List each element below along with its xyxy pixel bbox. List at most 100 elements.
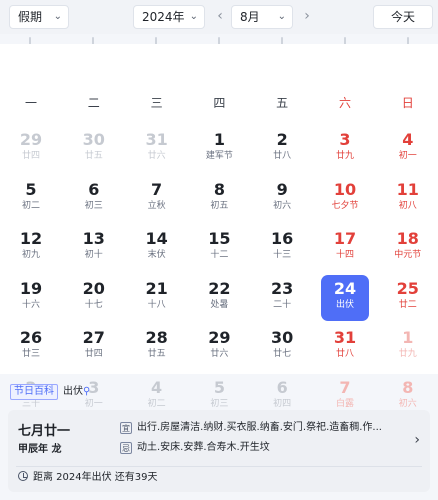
day-cell[interactable]: 1 廿九	[384, 324, 432, 370]
day-cell[interactable]: 31 廿八	[321, 324, 369, 370]
day-cell[interactable]: 10 七夕节	[321, 176, 369, 222]
day-number: 1	[213, 130, 225, 149]
festival-name: 出伏	[63, 386, 83, 397]
selected-day-cell[interactable]: 24 出伏	[321, 274, 369, 321]
day-cell[interactable]: 7 立秋	[133, 176, 181, 222]
day-number: 4	[402, 130, 414, 149]
divider	[16, 466, 422, 467]
lunar-label: 廿五	[84, 151, 103, 161]
day-cell[interactable]: 23 二十	[258, 275, 306, 321]
holiday-select-label: 假期	[18, 10, 43, 24]
day-number: 22	[208, 278, 231, 298]
day-cell[interactable]: 8 初五	[195, 176, 243, 222]
day-cell[interactable]: 2 廿八	[258, 126, 306, 172]
day-number: 28	[145, 328, 168, 347]
inauspicious-badge: 忌	[120, 442, 132, 454]
day-cell[interactable]: 11 初八	[384, 176, 432, 222]
day-cell[interactable]: 25 廿二	[384, 275, 432, 321]
day-number: 31	[333, 328, 357, 347]
lunar-label: 廿九	[335, 151, 354, 161]
lunar-label: 廿二	[398, 299, 417, 310]
day-number: 21	[145, 278, 168, 298]
festival-encyclopedia-tag: 节日百科	[10, 384, 58, 400]
day-number: 13	[82, 229, 105, 248]
day-number: 17	[333, 229, 357, 248]
day-number: 26	[19, 328, 43, 347]
weekday-header: 一二三四五六日	[0, 94, 438, 116]
day-cell[interactable]: 15 十二	[195, 225, 243, 271]
day-number: 29	[208, 328, 231, 347]
auspicious-row: 宜出行.房屋清洁.纳财.买衣服.纳畜.安门.祭祀.造畜稠.作...	[120, 420, 408, 436]
day-cell[interactable]: 17 十四	[321, 225, 369, 271]
day-number: 3	[339, 130, 351, 149]
lunar-label: 廿四	[21, 151, 40, 161]
weekday-label: 四	[213, 96, 226, 110]
day-cell[interactable]: 9 初六	[258, 176, 306, 222]
day-cell[interactable]: 26 廿三	[7, 324, 55, 370]
weekday-label: 三	[150, 96, 163, 110]
day-cell[interactable]: 19 十六	[7, 275, 55, 321]
day-cell[interactable]: 20 十七	[70, 275, 118, 321]
search-icon: ⚲	[83, 386, 91, 397]
festival-tag-row[interactable]: 节日百科 出伏⚲	[10, 384, 90, 400]
lunar-label: 处暑	[210, 299, 229, 310]
prev-month-button[interactable]: ‹	[211, 5, 229, 29]
lunar-label: 初二	[21, 200, 40, 211]
lunar-label: 初十	[84, 250, 103, 260]
next-month-button[interactable]: ›	[298, 5, 316, 29]
lunar-label: 廿八	[335, 349, 354, 359]
day-cell[interactable]: 28 廿五	[133, 324, 181, 370]
year-select[interactable]: 2024年 ⌄	[133, 5, 205, 29]
day-cell[interactable]: 1 建军节	[195, 126, 243, 172]
lunar-label: 廿九	[398, 349, 417, 359]
day-number: 16	[271, 229, 294, 248]
almanac-card[interactable]: 七月廿一 甲辰年 龙 宜出行.房屋清洁.纳财.买衣服.纳畜.安门.祭祀.造畜稠.…	[8, 410, 430, 492]
day-number: 25	[396, 278, 419, 298]
lunar-label: 廿七	[273, 349, 292, 359]
holiday-select[interactable]: 假期 ⌄	[9, 5, 69, 29]
countdown-text: 距离 2024年出伏 还有39天	[33, 472, 158, 483]
day-cell[interactable]: 29 廿六	[195, 324, 243, 370]
day-number: 15	[208, 229, 231, 248]
day-detail-panel: 节日百科 出伏⚲ 七月廿一 甲辰年 龙 宜出行.房屋清洁.纳财.买衣服.纳畜.安门…	[8, 380, 430, 496]
day-cell[interactable]: 27 廿四	[70, 324, 118, 370]
day-cell[interactable]: 6 初三	[70, 176, 118, 222]
lunar-label: 十四	[335, 250, 354, 260]
day-cell[interactable]: 31 廿六	[133, 126, 181, 172]
month-select[interactable]: 8月 ⌄	[231, 5, 293, 29]
lunar-label: 末伏	[147, 250, 166, 260]
day-cell[interactable]: 14 末伏	[133, 225, 181, 271]
day-cell[interactable]: 30 廿七	[258, 324, 306, 370]
day-number: 30	[82, 130, 105, 149]
calendar: 一 二 三 四 五 六 日 29 廿四 30 廿五 31 廿六 1 建军节 2 廿八 3 廿九 4 初一 5 初二 6 初三 7…	[0, 44, 438, 409]
day-cell[interactable]: 21 十八	[133, 275, 181, 321]
lunar-label: 初六	[273, 200, 292, 211]
chevron-down-icon: ⌄	[277, 11, 286, 22]
countdown-row: 距离 2024年出伏 还有39天	[18, 470, 158, 486]
lunar-label: 廿四	[84, 349, 103, 359]
day-cell[interactable]: 29 廿四	[7, 126, 55, 172]
day-number: 27	[82, 328, 105, 347]
day-cell[interactable]: 4 初一	[384, 126, 432, 172]
day-cell[interactable]: 3 廿九	[321, 126, 369, 172]
weekday-label: 一	[24, 96, 37, 110]
day-cell[interactable]: 5 初二	[7, 176, 55, 222]
lunar-label: 出伏	[335, 299, 354, 310]
day-cell[interactable]: 16 十三	[258, 225, 306, 271]
lunar-label: 中元节	[394, 250, 422, 260]
ganzhi-year: 甲辰年 龙	[18, 444, 62, 455]
day-cell[interactable]: 12 初九	[7, 225, 55, 271]
toolbar: 假期 ⌄ 2024年 ⌄ ‹ 8月 ⌄ › 今天	[0, 0, 438, 34]
month-select-label: 8月	[240, 10, 260, 24]
day-cell[interactable]: 30 廿五	[70, 126, 118, 172]
today-button[interactable]: 今天	[373, 5, 433, 29]
day-cell[interactable]: 22 处暑	[195, 275, 243, 321]
day-number: 20	[82, 278, 105, 298]
day-cell[interactable]: 13 初十	[70, 225, 118, 271]
day-number: 18	[396, 229, 419, 248]
chevron-right-icon[interactable]: ›	[414, 432, 420, 448]
lunar-label: 初九	[21, 250, 40, 260]
year-select-label: 2024年	[142, 10, 185, 24]
weekday-label: 六	[338, 96, 351, 110]
day-cell[interactable]: 18 中元节	[384, 225, 432, 271]
